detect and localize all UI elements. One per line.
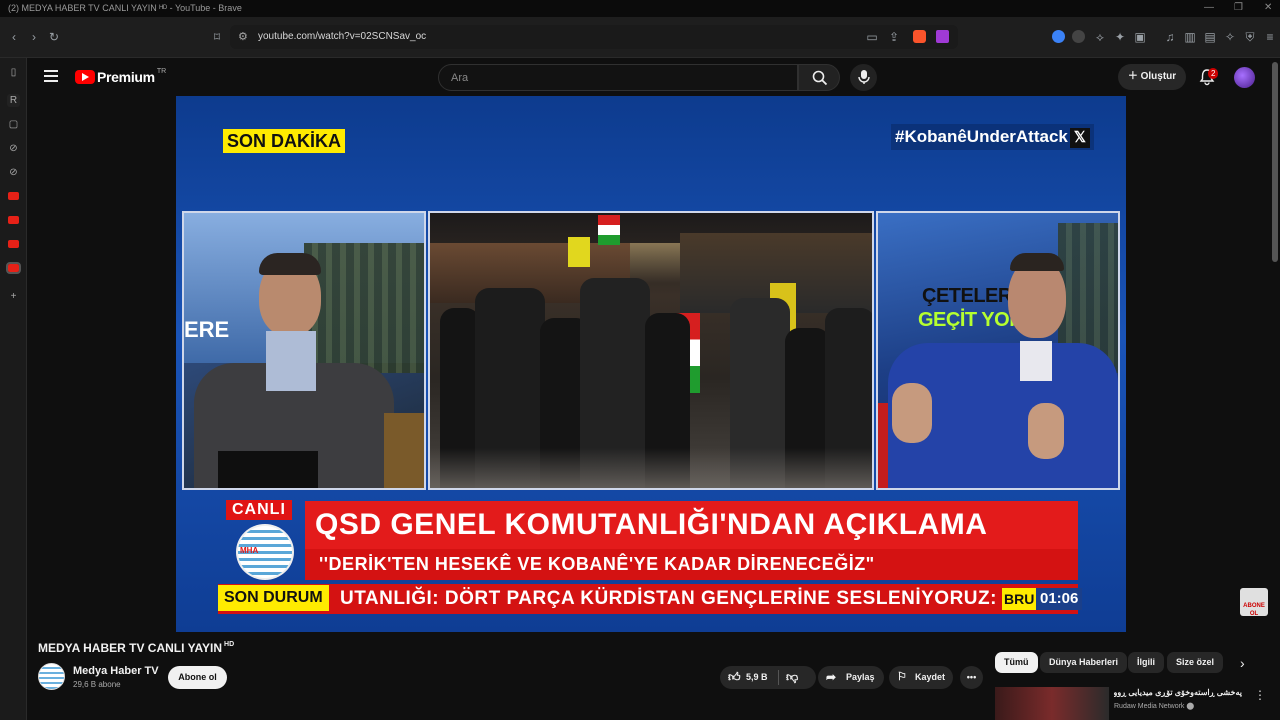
reload-icon[interactable]: ↻ xyxy=(46,29,62,45)
bookmark-save-icon: ⚐ xyxy=(897,671,907,683)
menu-icon[interactable]: ≡ xyxy=(1262,29,1278,45)
channel-logo-overlay: MHA xyxy=(236,524,294,580)
restore-icon[interactable]: ❐ xyxy=(1234,2,1243,13)
window-title: (2) MEDYA HABER TV CANLI YAYIN ᴴᴰ - YouT… xyxy=(8,3,242,13)
more-vertical-icon[interactable]: ⋮ xyxy=(1254,688,1266,702)
notification-badge: 2 xyxy=(1208,68,1219,79)
extension-icon[interactable]: ⟡ xyxy=(1092,29,1108,45)
search-input[interactable]: Ara xyxy=(438,64,798,91)
recommendation-title[interactable]: پەخشی ڕاستەوخۆی تۆڕی میدیایی ڕووداو xyxy=(1114,688,1242,697)
account-avatar[interactable] xyxy=(1234,67,1255,88)
chevron-right-icon[interactable]: › xyxy=(1240,655,1245,671)
extensions-puzzle-icon[interactable]: ✦ xyxy=(1112,29,1128,45)
headline-banner: QSD GENEL KOMUTANLIĞI'NDAN AÇIKLAMA xyxy=(305,501,1078,549)
backdrop-slogan: GEÇİT YOK xyxy=(918,309,1024,331)
subheadline-banner: ''DERİK'TEN HESEKÊ VE KOBANÊ'YE KADAR Dİ… xyxy=(305,549,1078,580)
close-icon[interactable]: ✕ xyxy=(1264,2,1272,13)
sidebar-app-icon[interactable]: R xyxy=(7,94,20,107)
subscribe-button[interactable]: Abone ol xyxy=(168,666,227,689)
youtube-premium-logo[interactable]: Premium TR xyxy=(75,68,166,86)
sidebar-toggle-icon[interactable]: ▥ xyxy=(1182,29,1198,45)
sidebar-panel-icon[interactable]: ▯ xyxy=(7,66,20,79)
backdrop-slogan: ERE xyxy=(184,317,230,342)
chip-related[interactable]: İlgili xyxy=(1128,652,1164,673)
protest-footage-panel xyxy=(428,211,874,490)
youtube-header: Premium TR Ara ＋ Oluştur 2 xyxy=(28,58,1280,96)
back-icon[interactable]: ‹ xyxy=(6,29,22,45)
extension-icon[interactable] xyxy=(1052,30,1065,43)
hd-badge: HD xyxy=(224,641,235,648)
video-title: MEDYA HABER TV CANLI YAYIN HD xyxy=(38,641,235,655)
recommendation-thumbnail[interactable] xyxy=(995,687,1109,720)
city-label: BRU xyxy=(1002,588,1037,610)
plus-icon: ＋ xyxy=(1127,71,1141,82)
youtube-play-icon xyxy=(75,69,95,84)
clock: 01:06 xyxy=(1036,588,1083,610)
like-dislike-group: 👍︎ 5,9 B 👎︎ xyxy=(720,666,816,689)
sidebar-youtube-icon[interactable] xyxy=(8,192,19,200)
brave-shields-icon[interactable] xyxy=(913,30,926,43)
site-info-icon[interactable]: ⚙ xyxy=(238,30,248,43)
vpn-icon[interactable]: ⛨ xyxy=(1242,29,1258,45)
more-actions-button[interactable]: ••• xyxy=(960,666,983,689)
create-button[interactable]: ＋ Oluştur xyxy=(1118,64,1186,90)
microphone-icon xyxy=(858,70,870,84)
bookmark-icon[interactable]: ⌑ xyxy=(209,29,225,45)
share-page-icon[interactable]: ⇪ xyxy=(886,29,902,45)
brave-sidebar: ▯ R ▢ ⊘ ⊘ + xyxy=(0,58,27,720)
voice-search-button[interactable] xyxy=(850,64,877,91)
address-text: youtube.com/watch?v=02SCNSav_oc xyxy=(258,31,427,42)
sidebar-youtube-icon[interactable] xyxy=(8,240,19,248)
browser-toolbar: ‹ › ↻ ⌑ ⚙ youtube.com/watch?v=02SCNSav_o… xyxy=(0,17,1280,58)
save-button[interactable]: ⚐ Kaydet xyxy=(889,666,953,689)
share-icon: ➦ xyxy=(826,670,837,684)
minimize-icon[interactable]: — xyxy=(1204,2,1214,13)
laptop xyxy=(218,451,318,488)
extension-icon[interactable] xyxy=(1072,30,1085,43)
hamburger-menu-icon[interactable] xyxy=(44,70,58,82)
wallet-icon[interactable]: ▤ xyxy=(1202,29,1218,45)
like-button[interactable]: 👍︎ 5,9 B xyxy=(720,666,776,689)
window-title-bar: (2) MEDYA HABER TV CANLI YAYIN ᴴᴰ - YouT… xyxy=(0,0,1280,17)
brave-rewards-icon[interactable] xyxy=(936,30,949,43)
leo-ai-icon[interactable]: ✧ xyxy=(1222,29,1238,45)
x-logo-icon: 𝕏 xyxy=(1069,127,1090,148)
sidebar-mute-icon[interactable]: ⊘ xyxy=(7,166,20,179)
channel-avatar[interactable] xyxy=(38,663,65,690)
chip-world-news[interactable]: Dünya Haberleri xyxy=(1040,652,1128,673)
chip-for-you[interactable]: Size özel xyxy=(1167,652,1224,673)
sidebar-mute-icon[interactable]: ⊘ xyxy=(7,142,20,155)
chip-all[interactable]: Tümü xyxy=(995,652,1038,673)
live-label: CANLI xyxy=(226,500,292,520)
studio-anchor-panel: ERE xyxy=(182,211,426,490)
screenshot-icon[interactable]: ▣ xyxy=(1132,29,1148,45)
hashtag-banner: #KobanêUnderAttack 𝕏 xyxy=(891,124,1094,150)
thumbs-down-icon[interactable]: 👎︎ xyxy=(786,666,798,689)
more-horizontal-icon: ••• xyxy=(966,672,977,682)
recommendation-channel: Rudaw Media Network ⬤ xyxy=(1114,703,1195,710)
guest-panel: ÇETELERE GEÇİT YOK xyxy=(876,211,1120,490)
share-button[interactable]: ➦ Paylaş xyxy=(818,666,884,689)
channel-name[interactable]: Medya Haber TV xyxy=(73,665,159,677)
news-ticker: UTANLIĞI: DÖRT PARÇA KÜRDİSTAN GENÇLERİN… xyxy=(340,588,1000,609)
media-icon[interactable]: ♫ xyxy=(1162,29,1178,45)
thumbs-up-icon: 👍︎ xyxy=(728,670,741,684)
status-label: SON DURUM xyxy=(218,585,329,611)
search-icon xyxy=(812,70,828,86)
scrollbar[interactable] xyxy=(1272,62,1278,262)
sidebar-youtube-icon[interactable] xyxy=(8,216,19,224)
forward-icon[interactable]: › xyxy=(26,29,42,45)
search-button[interactable] xyxy=(798,64,840,91)
sidebar-add-icon[interactable]: + xyxy=(7,290,20,303)
sidebar-app-icon[interactable]: ▢ xyxy=(7,118,20,131)
address-bar[interactable]: ⚙ youtube.com/watch?v=02SCNSav_oc ▭ ⇪ xyxy=(230,25,958,49)
breaking-news-label: SON DAKİKA xyxy=(223,129,346,153)
sidebar-youtube-icon[interactable] xyxy=(6,262,21,274)
subscribe-watermark[interactable]: ABONE OL xyxy=(1240,588,1268,617)
cast-icon[interactable]: ▭ xyxy=(864,29,880,45)
search-placeholder: Ara xyxy=(451,72,469,84)
subscriber-count: 29,6 B abone xyxy=(73,680,121,689)
video-player[interactable]: SON DAKİKA #KobanêUnderAttack 𝕏 ERE ÇETE… xyxy=(176,96,1126,632)
